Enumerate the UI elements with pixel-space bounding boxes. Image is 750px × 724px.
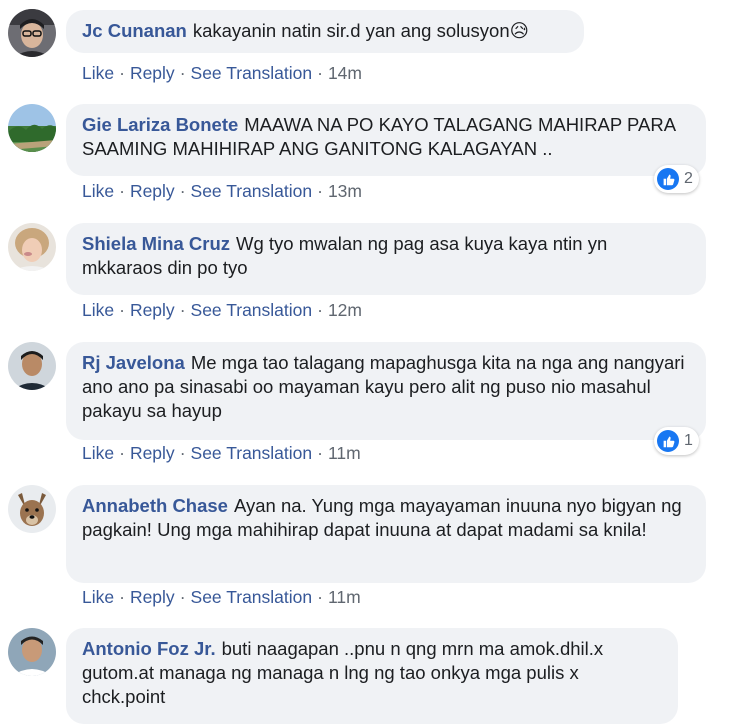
- like-button[interactable]: Like: [82, 63, 114, 83]
- avatar[interactable]: [8, 485, 56, 533]
- like-button[interactable]: Like: [82, 181, 114, 201]
- comment-bubble: Gie Lariza Bonete MAAWA NA PO KAYO TALAGA…: [66, 104, 706, 176]
- comment-bubble: Jc Cunanan kakayanin natin sir.d yan ang …: [66, 10, 584, 53]
- comment-timestamp[interactable]: 11m: [328, 443, 361, 463]
- avatar-photo-icon: [8, 223, 56, 271]
- separator: ·: [179, 181, 186, 201]
- reply-button[interactable]: Reply: [130, 181, 175, 201]
- comment-text: kakayanin natin sir.d yan ang solusyon😥: [192, 20, 529, 41]
- comment-bubble: Antonio Foz Jr. buti naagapan ..pnu n qng…: [66, 628, 678, 724]
- comment-actions: Like · Reply · See Translation · 14m: [82, 62, 362, 84]
- comment-bubble: Annabeth Chase Ayan na. Yung mga mayayama…: [66, 485, 706, 583]
- avatar[interactable]: [8, 104, 56, 152]
- avatar-photo-icon: [8, 628, 56, 676]
- avatar[interactable]: [8, 342, 56, 390]
- avatar[interactable]: [8, 9, 56, 57]
- see-translation-button[interactable]: See Translation: [191, 587, 313, 607]
- reply-button[interactable]: Reply: [130, 587, 175, 607]
- separator: ·: [317, 443, 323, 463]
- comment-actions: Like · Reply · See Translation · 12m: [82, 299, 362, 321]
- reaction-count-badge[interactable]: 2: [654, 165, 699, 193]
- comment-author[interactable]: Gie Lariza Bonete: [82, 114, 238, 135]
- thumbs-up-icon: [657, 168, 679, 190]
- reaction-count-badge[interactable]: 1: [654, 427, 699, 455]
- like-button[interactable]: Like: [82, 300, 114, 320]
- separator: ·: [119, 300, 125, 320]
- comment-author[interactable]: Annabeth Chase: [82, 495, 228, 516]
- reply-button[interactable]: Reply: [130, 300, 175, 320]
- comment-author[interactable]: Shiela Mina Cruz: [82, 233, 230, 254]
- see-translation-button[interactable]: See Translation: [191, 443, 313, 463]
- like-button[interactable]: Like: [82, 443, 114, 463]
- separator: ·: [179, 300, 186, 320]
- separator: ·: [119, 181, 125, 201]
- see-translation-button[interactable]: See Translation: [191, 181, 313, 201]
- comment-author[interactable]: Rj Javelona: [82, 352, 185, 373]
- avatar-photo-icon: [8, 104, 56, 152]
- comment-actions: Like · Reply · See Translation · 11m: [82, 586, 361, 608]
- avatar-photo-icon: [8, 9, 56, 57]
- comment-actions: Like · Reply · See Translation · 13m: [82, 180, 362, 202]
- comment-bubble: Rj Javelona Me mga tao talagang mapaghusg…: [66, 342, 706, 440]
- reaction-count: 1: [684, 432, 693, 449]
- comment-timestamp[interactable]: 12m: [328, 300, 362, 320]
- separator: ·: [119, 587, 125, 607]
- comment-actions: Like · Reply · See Translation · 11m: [82, 442, 361, 464]
- comment-bubble: Shiela Mina Cruz Wg tyo mwalan ng pag asa…: [66, 223, 706, 295]
- thumbs-up-icon: [657, 430, 679, 452]
- comment-timestamp[interactable]: 13m: [328, 181, 362, 201]
- comment-timestamp[interactable]: 14m: [328, 63, 362, 83]
- separator: ·: [179, 587, 186, 607]
- comment-author[interactable]: Antonio Foz Jr.: [82, 638, 216, 659]
- separator: ·: [119, 63, 125, 83]
- separator: ·: [119, 443, 125, 463]
- separator: ·: [317, 587, 323, 607]
- separator: ·: [317, 300, 323, 320]
- reply-button[interactable]: Reply: [130, 443, 175, 463]
- like-button[interactable]: Like: [82, 587, 114, 607]
- avatar-photo-icon: [8, 485, 56, 533]
- separator: ·: [179, 443, 186, 463]
- separator: ·: [317, 181, 323, 201]
- avatar[interactable]: [8, 223, 56, 271]
- avatar-photo-icon: [8, 342, 56, 390]
- see-translation-button[interactable]: See Translation: [191, 63, 313, 83]
- reply-button[interactable]: Reply: [130, 63, 175, 83]
- comment-timestamp[interactable]: 11m: [328, 587, 361, 607]
- comment-author[interactable]: Jc Cunanan: [82, 20, 187, 41]
- separator: ·: [179, 63, 186, 83]
- reaction-count: 2: [684, 170, 693, 187]
- see-translation-button[interactable]: See Translation: [191, 300, 313, 320]
- avatar[interactable]: [8, 628, 56, 676]
- separator: ·: [317, 63, 323, 83]
